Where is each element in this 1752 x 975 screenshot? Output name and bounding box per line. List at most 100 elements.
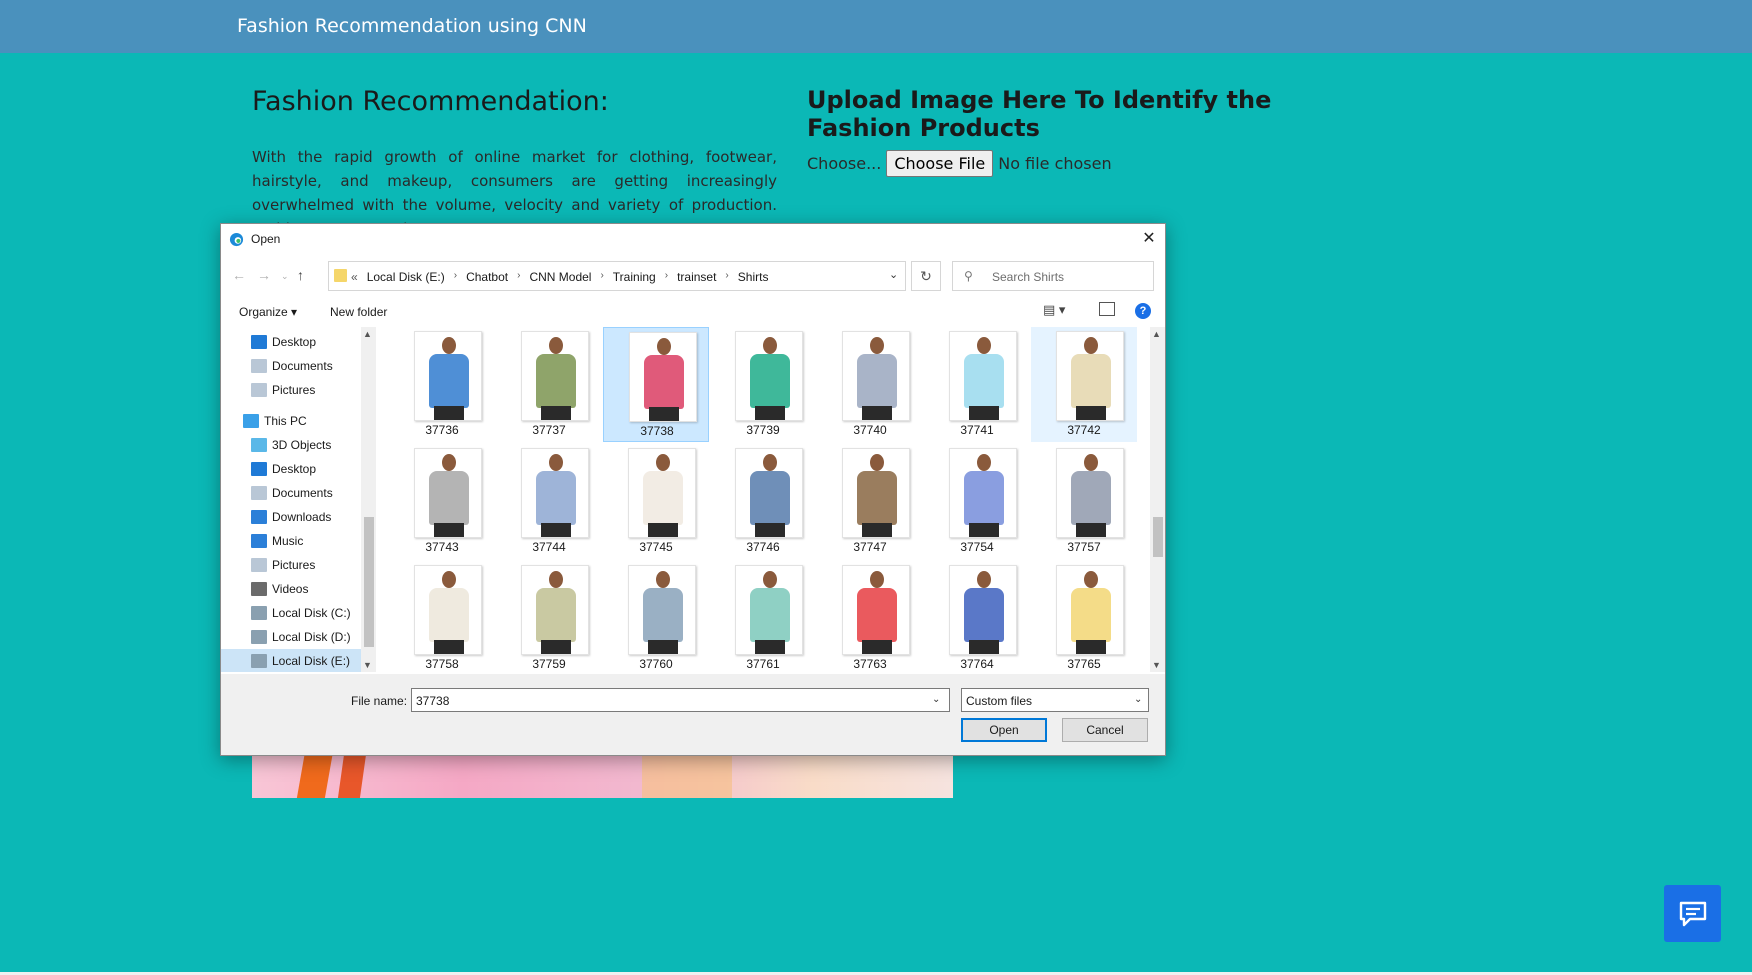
file-item[interactable]: 37746 bbox=[710, 444, 816, 559]
file-item[interactable]: 37745 bbox=[603, 444, 709, 559]
navigation-scrollbar[interactable]: ▲ ▼ bbox=[361, 327, 376, 672]
change-view-icon[interactable]: ▤ ▾ bbox=[1043, 302, 1065, 318]
new-folder-button[interactable]: New folder bbox=[330, 305, 387, 319]
model-head bbox=[1084, 454, 1098, 471]
scroll-down-icon[interactable]: ▼ bbox=[1152, 660, 1161, 670]
scroll-up-icon[interactable]: ▲ bbox=[363, 329, 372, 339]
forward-arrow-icon[interactable]: → bbox=[257, 267, 271, 283]
choose-file-button[interactable]: Choose File bbox=[886, 150, 994, 177]
nav-item-local-disk-c[interactable]: Local Disk (C:) bbox=[221, 601, 361, 625]
model-pants bbox=[649, 407, 679, 421]
model-head bbox=[870, 337, 884, 354]
breadcrumb-local-disk-e[interactable]: Local Disk (E:) bbox=[367, 270, 445, 284]
brand-title[interactable]: Fashion Recommendation using CNN bbox=[237, 15, 587, 37]
file-item[interactable]: 37743 bbox=[389, 444, 495, 559]
nav-item-pictures[interactable]: Pictures bbox=[221, 378, 361, 402]
address-bar[interactable]: « Local Disk (E:) › Chatbot › CNN Model … bbox=[328, 261, 906, 291]
open-file-dialog: Open ✕ ← → ⌄ ↑ « Local Disk (E:) › Chatb… bbox=[220, 223, 1166, 756]
back-arrow-icon[interactable]: ← bbox=[232, 267, 246, 283]
scroll-down-icon[interactable]: ▼ bbox=[363, 660, 372, 670]
file-item[interactable]: 37741 bbox=[924, 327, 1030, 442]
nav-item-3d-objects[interactable]: 3D Objects bbox=[221, 433, 361, 457]
model-pants bbox=[969, 406, 999, 420]
nav-item-documents[interactable]: Documents bbox=[221, 481, 361, 505]
scroll-up-icon[interactable]: ▲ bbox=[1152, 329, 1161, 339]
breadcrumb-separator-icon[interactable]: › bbox=[517, 270, 520, 284]
organize-button[interactable]: Organize ▾ bbox=[239, 305, 297, 319]
nav-item-this-pc[interactable]: This PC bbox=[221, 409, 361, 433]
image-thumbnail bbox=[629, 332, 697, 422]
breadcrumb-chatbot[interactable]: Chatbot bbox=[466, 270, 508, 284]
nav-item-videos[interactable]: Videos bbox=[221, 577, 361, 601]
up-arrow-icon[interactable]: ↑ bbox=[297, 267, 304, 283]
nav-item-documents[interactable]: Documents bbox=[221, 354, 361, 378]
file-item[interactable]: 37738 bbox=[603, 327, 709, 442]
scroll-thumb[interactable] bbox=[364, 517, 374, 647]
image-thumbnail bbox=[949, 565, 1017, 655]
cancel-button[interactable]: Cancel bbox=[1062, 718, 1148, 742]
file-item[interactable]: 37747 bbox=[817, 444, 923, 559]
file-item[interactable]: 37736 bbox=[389, 327, 495, 442]
model-pants bbox=[648, 523, 678, 537]
file-item[interactable]: 37740 bbox=[817, 327, 923, 442]
breadcrumb-shirts[interactable]: Shirts bbox=[738, 270, 769, 284]
folder-icon bbox=[334, 269, 347, 282]
file-name-value: 37738 bbox=[416, 694, 450, 708]
chevron-down-icon[interactable]: ⌄ bbox=[932, 694, 940, 705]
breadcrumb-separator-icon[interactable]: › bbox=[454, 270, 457, 284]
file-item[interactable]: 37760 bbox=[603, 561, 709, 672]
breadcrumb-training[interactable]: Training bbox=[613, 270, 656, 284]
file-name-field[interactable]: 37738 ⌄ bbox=[411, 688, 950, 712]
preview-pane-icon[interactable] bbox=[1099, 302, 1115, 316]
file-item[interactable]: 37757 bbox=[1031, 444, 1137, 559]
nav-item-desktop[interactable]: Desktop bbox=[221, 330, 361, 354]
model-head bbox=[977, 337, 991, 354]
recent-locations-chevron-icon[interactable]: ⌄ bbox=[281, 271, 289, 282]
file-item[interactable]: 37764 bbox=[924, 561, 1030, 672]
file-item[interactable]: 37737 bbox=[496, 327, 602, 442]
help-icon[interactable]: ? bbox=[1135, 303, 1151, 319]
nav-item-downloads[interactable]: Downloads bbox=[221, 505, 361, 529]
file-item[interactable]: 37763 bbox=[817, 561, 923, 672]
file-item[interactable]: 37759 bbox=[496, 561, 602, 672]
nav-item-music[interactable]: Music bbox=[221, 529, 361, 553]
file-item[interactable]: 37744 bbox=[496, 444, 602, 559]
dialog-titlebar[interactable]: Open ✕ bbox=[221, 224, 1165, 254]
search-input[interactable]: ⚲ Search Shirts bbox=[952, 261, 1154, 291]
refresh-icon[interactable]: ↻ bbox=[911, 261, 941, 291]
file-item[interactable]: 37754 bbox=[924, 444, 1030, 559]
chat-button[interactable] bbox=[1664, 885, 1721, 942]
open-button[interactable]: Open bbox=[961, 718, 1047, 742]
breadcrumb-separator-icon[interactable]: › bbox=[665, 270, 668, 284]
address-dropdown-icon[interactable]: ⌄ bbox=[889, 268, 898, 281]
breadcrumb-separator-icon[interactable]: › bbox=[725, 270, 728, 284]
chevron-down-icon[interactable]: ⌄ bbox=[1134, 694, 1142, 705]
breadcrumb-overflow[interactable]: « bbox=[351, 270, 358, 284]
breadcrumb-trainset[interactable]: trainset bbox=[677, 270, 716, 284]
image-thumbnail bbox=[735, 448, 803, 538]
nav-item-local-disk-e[interactable]: Local Disk (E:) bbox=[221, 649, 361, 672]
file-item[interactable]: 37742 bbox=[1031, 327, 1137, 442]
file-item[interactable]: 37761 bbox=[710, 561, 816, 672]
file-name: 37740 bbox=[853, 423, 887, 437]
download-icon bbox=[251, 510, 267, 524]
shirt-image bbox=[536, 354, 576, 408]
close-icon[interactable]: ✕ bbox=[1139, 229, 1159, 249]
file-item[interactable]: 37765 bbox=[1031, 561, 1137, 672]
model-pants bbox=[1076, 640, 1106, 654]
file-type-select[interactable]: Custom files ⌄ bbox=[961, 688, 1149, 712]
file-item[interactable]: 37739 bbox=[710, 327, 816, 442]
pictures-icon bbox=[251, 558, 267, 572]
model-head bbox=[870, 454, 884, 471]
scroll-thumb[interactable] bbox=[1153, 517, 1163, 557]
model-pants bbox=[969, 523, 999, 537]
nav-item-pictures[interactable]: Pictures bbox=[221, 553, 361, 577]
nav-item-local-disk-d[interactable]: Local Disk (D:) bbox=[221, 625, 361, 649]
file-list-scrollbar[interactable]: ▲ ▼ bbox=[1150, 327, 1165, 672]
file-item[interactable]: 37758 bbox=[389, 561, 495, 672]
breadcrumb-cnn-model[interactable]: CNN Model bbox=[529, 270, 591, 284]
top-navbar: Fashion Recommendation using CNN bbox=[0, 0, 1752, 53]
nav-item-desktop[interactable]: Desktop bbox=[221, 457, 361, 481]
model-pants bbox=[755, 640, 785, 654]
breadcrumb-separator-icon[interactable]: › bbox=[600, 270, 603, 284]
